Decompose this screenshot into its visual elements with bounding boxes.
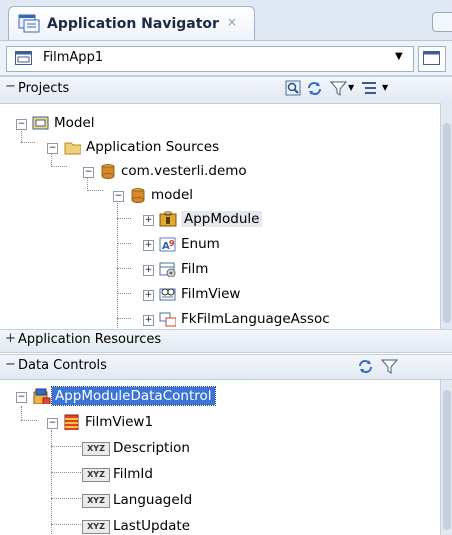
collection-icon — [64, 414, 79, 430]
tree-node-film[interactable]: + Film — [0, 259, 320, 281]
application-dropdown[interactable]: FilmApp1 ▼ — [6, 46, 414, 72]
tree-node-label: Film — [181, 261, 209, 277]
domain-icon: A 9 — [159, 237, 176, 252]
attribute-icon: XYZ — [82, 442, 110, 456]
collapse-toggle-icon[interactable]: − — [47, 143, 58, 154]
collapse-toggle-icon[interactable]: − — [16, 119, 27, 130]
application-menu-button[interactable] — [418, 46, 446, 72]
folder-icon — [64, 142, 81, 155]
tree-node-appmoduledatacontrol[interactable]: − AppModuleDataControl — [0, 386, 320, 408]
tree-node-model-package[interactable]: − model — [0, 185, 320, 207]
collapse-toggle-icon[interactable]: − — [16, 392, 27, 403]
data-controls-tree: − AppModuleDataControl − FilmView1 XYZ D… — [0, 380, 452, 535]
projects-section-header[interactable]: − Projects ▼ ▼ — [0, 76, 452, 104]
expand-icon[interactable]: + — [5, 331, 16, 346]
application-menu-icon — [423, 51, 440, 65]
tree-node-label: FkFilmLanguageAssoc — [181, 311, 330, 327]
find-icon[interactable] — [285, 80, 302, 97]
sort-dropdown-icon[interactable]: ▼ — [382, 83, 388, 92]
tree-node-application-sources[interactable]: − Application Sources — [0, 137, 320, 159]
svg-text:9: 9 — [169, 239, 175, 248]
data-control-icon — [33, 388, 51, 404]
projects-scrollbar[interactable] — [440, 103, 452, 329]
application-navigator-icon — [18, 14, 40, 33]
collapse-toggle-icon[interactable]: − — [113, 191, 124, 202]
collapse-toggle-icon[interactable]: − — [83, 167, 94, 178]
tree-node-package[interactable]: − com.vesterli.demo — [0, 161, 320, 183]
tab-title: Application Navigator — [47, 16, 219, 32]
refresh-icon[interactable] — [306, 80, 323, 97]
attribute-icon: XYZ — [82, 520, 110, 534]
expand-toggle-icon[interactable]: + — [143, 215, 154, 226]
expand-toggle-icon[interactable]: + — [143, 265, 154, 276]
application-resources-section-header[interactable]: + Application Resources — [0, 329, 452, 353]
tree-node-label: Model — [54, 115, 95, 131]
filter-icon[interactable] — [330, 80, 347, 97]
navigator-tab-bar: Application Navigator × — [0, 0, 452, 41]
attribute-icon: XYZ — [82, 494, 110, 508]
data-controls-label: Data Controls — [18, 358, 107, 373]
tree-node-label: FilmView — [181, 286, 241, 302]
application-resources-label: Application Resources — [18, 332, 162, 347]
tree-node-enum[interactable]: + A 9 Enum — [0, 234, 320, 256]
tree-node-label: Enum — [181, 236, 220, 252]
tree-node-fkfilmlanguageassoc[interactable]: + FkFilmLanguageAssoc — [0, 309, 330, 329]
collapse-toggle-icon[interactable]: − — [47, 418, 58, 429]
scroll-thumb[interactable] — [443, 390, 451, 530]
expand-toggle-icon[interactable]: + — [143, 290, 154, 301]
tree-node-label: Application Sources — [86, 139, 220, 155]
refresh-icon[interactable] — [357, 358, 374, 375]
project-icon — [32, 116, 49, 130]
entity-object-icon — [159, 262, 176, 277]
tree-node-label: LanguageId — [113, 492, 193, 508]
projects-header-label: Projects — [18, 81, 70, 96]
tree-node-label: FilmId — [113, 466, 153, 482]
filter-dropdown-icon[interactable]: ▼ — [348, 83, 354, 92]
view-object-icon — [159, 288, 176, 301]
tree-node-label: com.vesterli.demo — [121, 163, 247, 179]
tree-node-label: AppModuleDataControl — [51, 386, 216, 406]
application-name: FilmApp1 — [43, 50, 104, 65]
tree-node-filmview1[interactable]: − FilmView1 — [0, 412, 320, 434]
scroll-thumb[interactable] — [443, 123, 451, 323]
tree-node-label: model — [151, 187, 194, 203]
application-navigator-tab[interactable]: Application Navigator × — [8, 6, 255, 40]
tree-node-label: Description — [113, 440, 190, 456]
data-controls-scrollbar[interactable] — [440, 380, 452, 535]
association-icon — [159, 312, 176, 327]
collapse-icon[interactable]: − — [5, 79, 16, 94]
attribute-icon: XYZ — [82, 468, 110, 482]
tree-node-filmview[interactable]: + FilmView — [0, 284, 320, 306]
collapse-icon[interactable]: − — [5, 357, 16, 372]
expand-toggle-icon[interactable]: + — [143, 240, 154, 251]
close-icon[interactable]: × — [227, 15, 237, 29]
sort-options-icon[interactable] — [360, 80, 377, 97]
package-icon — [101, 164, 115, 179]
minimize-button[interactable] — [432, 12, 452, 32]
tree-node-label: LastUpdate — [113, 518, 191, 534]
workspace-icon — [15, 51, 32, 65]
application-selector-bar: FilmApp1 ▼ — [0, 41, 452, 76]
tree-node-attribute-languageid[interactable]: XYZ LanguageId — [0, 490, 320, 512]
filter-icon[interactable] — [381, 358, 398, 375]
data-controls-section-header[interactable]: − Data Controls — [0, 354, 452, 380]
tree-node-attribute-description[interactable]: XYZ Description — [0, 438, 320, 460]
tree-node-attribute-filmid[interactable]: XYZ FilmId — [0, 464, 320, 486]
tree-node-attribute-lastupdate[interactable]: XYZ LastUpdate — [0, 516, 320, 535]
application-module-icon — [159, 211, 177, 227]
chevron-down-icon[interactable]: ▼ — [395, 51, 403, 62]
package-icon — [131, 188, 145, 203]
tree-node-model[interactable]: − Model — [0, 113, 300, 135]
tree-node-appmodule[interactable]: + AppModule — [0, 209, 320, 231]
projects-tree: − Model − Application Sources − com.vest… — [0, 103, 452, 329]
expand-toggle-icon[interactable]: + — [143, 315, 154, 326]
tree-node-label: FilmView1 — [85, 414, 154, 430]
tree-node-label: AppModule — [181, 211, 263, 227]
